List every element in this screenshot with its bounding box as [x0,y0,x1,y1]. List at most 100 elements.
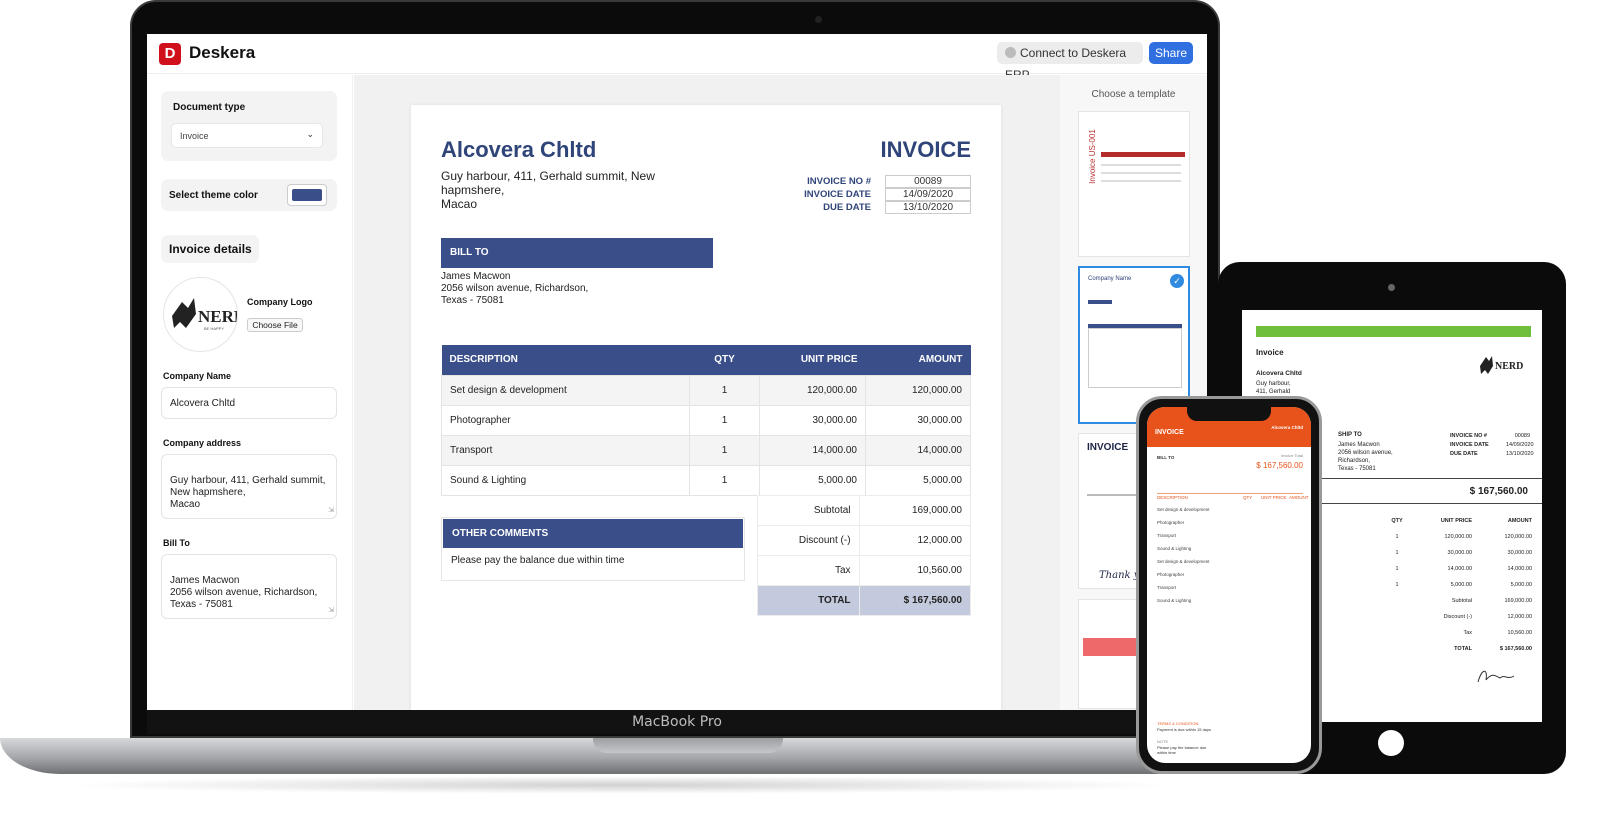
company-address-input[interactable]: Guy harbour, 411, Gerhald summit, New ha… [161,454,337,519]
phone-notes-text: Please pay the balance due within time [1157,745,1207,755]
template-line [1101,180,1181,182]
meta-row: INVOICE DATE 14/09/2020 [781,188,971,201]
company-name-label: Company Name [163,371,232,381]
checkmark-icon: ✓ [1170,274,1184,288]
item-qty: 1 [689,404,760,436]
camera-icon [1388,284,1395,291]
laptop-shadow [60,776,1180,794]
tablet-ship-to-label: SHIP TO [1338,432,1362,438]
item-qty: 1 [689,434,760,466]
table-header-row: DESCRIPTION QTY UNIT PRICE AMOUNT [1157,495,1309,504]
table-row: Transport [1157,533,1303,542]
table-row[interactable]: Sound & Lighting 1 5,000.00 5,000.00 [441,464,971,496]
laptop-chin: MacBook Pro [147,710,1207,734]
template-accent-bar [1088,300,1112,304]
totals-row: Discount (-) 12,000.00 [757,525,972,556]
totals-label: Discount (-) [1443,614,1472,620]
resize-handle-icon[interactable]: ⇲ [328,505,334,517]
table-header-row: QTY UNIT PRICE AMOUNT [1382,518,1532,534]
totals-label: Discount (-) [757,525,860,556]
bill-to-value: James Macwon 2056 wilson avenue, Richard… [170,575,318,610]
meta-value: 14/09/2020 [1506,442,1534,448]
company-logo-preview[interactable]: NERD BE HAPPY [163,277,238,352]
phone-terms-text: Payment is due within 15 days [1157,727,1212,732]
theme-color-card: Select theme color [161,179,337,211]
phone-total-display: $ 167,560.00 [1256,461,1303,470]
bill-to-input[interactable]: James Macwon 2056 wilson avenue, Richard… [161,554,337,619]
column-header: UNIT PRICE [759,345,866,375]
meta-label: INVOICE NO # [807,176,871,187]
totals-row: Discount (-) 12,000.00 [1382,614,1532,630]
meta-label: DUE DATE [1450,451,1478,457]
meta-row: DUE DATE 13/10/2020 [781,201,971,214]
document-type-label: Document type [173,102,246,113]
totals-value: 12,000.00 [1507,614,1532,620]
phone-terms-label: TERMS & CONDITION [1157,721,1199,726]
column-header: UNIT PRICE [1261,495,1287,500]
tablet-ship-to: James Macwon 2056 wilson avenue, Richard… [1338,442,1393,472]
svg-text:NERD: NERD [1495,361,1523,372]
meta-label: INVOICE DATE [1450,442,1489,448]
totals-label: Tax [1463,630,1472,636]
table-row: Transport [1157,585,1303,594]
resize-handle-icon[interactable]: ⇲ [328,605,334,617]
column-header: AMOUNT [1507,518,1532,524]
template-name: Invoice US-001 [1087,129,1097,184]
due-date-field[interactable]: 13/10/2020 [885,201,971,214]
company-name-input[interactable]: Alcovera Chltd [161,387,337,419]
tablet-accent-bar [1256,326,1531,337]
meta-value: 13/10/2020 [1506,451,1534,457]
choose-file-button[interactable]: Choose File [247,318,303,332]
totals-row: TOTAL $ 167,560.00 [1382,646,1532,662]
table-row: Photographer [1157,572,1303,581]
item-qty: 1 [1395,566,1399,572]
subtotal-value: 169,000.00 [858,495,972,526]
nerd-logo-icon: NERD [1480,356,1523,374]
totals-value: $ 167,560.00 [1499,646,1532,652]
theme-color-label: Select theme color [169,190,258,201]
document-type-value: Invoice [180,131,209,141]
item-description: Transport [1157,533,1177,538]
phone-bill-to-label: BILL TO [1157,455,1175,460]
item-qty: 1 [1395,550,1399,556]
template-line [1101,172,1181,174]
meta-row: INVOICE NO # 00089 [781,175,971,188]
invoice-date-field[interactable]: 14/09/2020 [885,188,971,201]
laptop-brand-label: MacBook Pro [632,714,722,730]
table-row[interactable]: Set design & development 1 120,000.00 120,0… [441,374,971,406]
line-items-table: DESCRIPTION QTY UNIT PRICE AMOUNT Set de… [441,345,971,496]
item-amount: 5,000.00 [865,464,971,496]
column-header: DESCRIPTION [441,345,690,375]
document-type-select[interactable]: Invoice ⌄ [171,123,323,148]
invoice-canvas: Alcovera Chltd Guy harbour, 411, Gerhald… [354,75,1060,710]
item-unit-price: 120,000.00 [1444,534,1472,540]
tax-value[interactable]: 10,560.00 [858,555,972,586]
totals-row: Tax 10,560.00 [1382,630,1532,646]
item-description: Photographer [1157,520,1185,525]
table-row[interactable]: Photographer 1 30,000.00 30,000.00 [441,404,971,436]
item-unit-price: 14,000.00 [759,434,866,466]
item-description: Sound & Lighting [441,464,690,496]
item-unit-price: 14,000.00 [1447,566,1472,572]
other-comments-box[interactable]: OTHER COMMENTS Please pay the balance du… [441,517,745,581]
item-amount: 14,000.00 [1507,566,1532,572]
discount-value[interactable]: 12,000.00 [858,525,972,556]
template-thumbnail[interactable]: Invoice US-001 [1078,111,1190,257]
invoice-company-address: Guy harbour, 411, Gerhald summit, New ha… [441,169,655,211]
company-address-value: Guy harbour, 411, Gerhald summit, New ha… [170,475,326,510]
invoice-number-field[interactable]: 00089 [885,175,971,188]
link-icon [1005,47,1016,58]
svg-text:NERD: NERD [198,307,238,326]
item-amount: 14,000.00 [865,434,971,466]
table-row[interactable]: Transport 1 14,000.00 14,000.00 [441,434,971,466]
invoice-title: INVOICE [880,137,971,162]
connect-erp-button[interactable]: Connect to Deskera ERP [997,42,1143,82]
share-button[interactable]: Share [1149,42,1193,64]
item-qty: 1 [689,374,760,406]
item-qty: 1 [1395,534,1399,540]
item-amount: 120,000.00 [1504,534,1532,540]
theme-color-picker[interactable] [287,184,327,206]
tablet-company-name: Alcovera Chltd [1256,370,1302,377]
home-button[interactable] [1378,730,1404,756]
app-window: D Deskera Connect to Deskera ERP Share D… [147,34,1207,710]
